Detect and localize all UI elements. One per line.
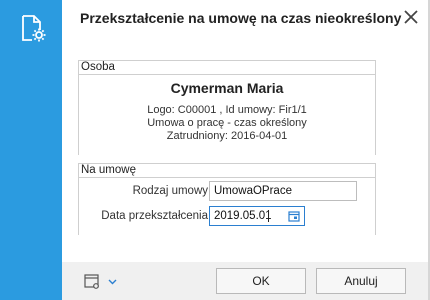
dialog-content: Osoba Cymerman Maria Logo: C00001 , Id u… xyxy=(62,38,428,262)
na-umowe-header: Na umowę xyxy=(79,163,375,178)
document-gear-icon xyxy=(22,15,46,42)
window-settings-icon xyxy=(84,274,99,289)
contract-type-field[interactable]: UmowaOPrace xyxy=(209,181,357,201)
logo-info: Logo: C00001 , Id umowy: Fir1/1 xyxy=(147,104,307,116)
osoba-section: Osoba Cymerman Maria Logo: C00001 , Id u… xyxy=(78,60,376,155)
window-title: Przekształcenie na umowę na czas nieokre… xyxy=(80,10,402,26)
window-sidebar xyxy=(0,0,62,300)
contract-type-label: Rodzaj umowy xyxy=(132,185,208,197)
title-bar: Przekształcenie na umowę na czas nieokre… xyxy=(62,0,430,38)
na-umowe-section: Na umowę Rodzaj umowy UmowaOPrace Data p… xyxy=(78,163,376,235)
ok-button[interactable]: OK xyxy=(216,268,306,294)
close-icon[interactable] xyxy=(402,8,420,26)
employed-info: Zatrudniony: 2016-04-01 xyxy=(166,130,288,142)
cancel-button[interactable]: Anuluj xyxy=(316,268,406,294)
conversion-date-label: Data przekształcenia xyxy=(101,210,208,222)
calendar-icon[interactable] xyxy=(288,210,300,222)
conversion-date-field[interactable]: 2019.05.01 xyxy=(209,206,305,226)
person-name: Cymerman Maria xyxy=(170,80,284,96)
window-settings-button[interactable] xyxy=(84,273,122,291)
contract-info: Umowa o pracę - czas określony xyxy=(147,117,307,129)
dialog-footer: OK Anuluj xyxy=(62,262,428,300)
chevron-down-icon xyxy=(108,279,117,285)
conversion-date-value: 2019.05.01 xyxy=(214,210,272,222)
osoba-header: Osoba xyxy=(79,60,375,75)
